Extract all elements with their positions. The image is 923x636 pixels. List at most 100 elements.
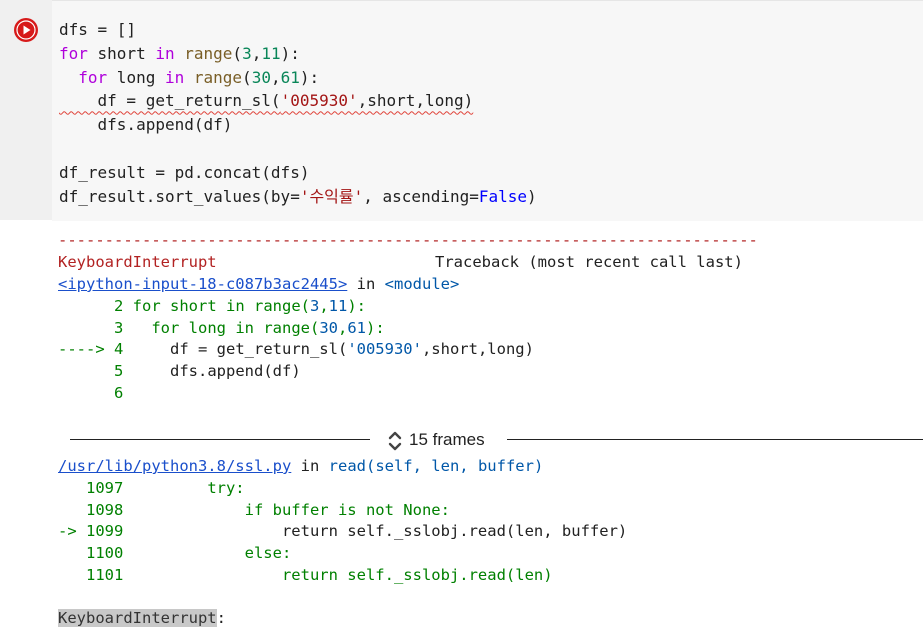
line-number: 1098 — [86, 500, 124, 519]
code-token: 61 — [280, 67, 300, 87]
line-number: 4 — [114, 340, 124, 359]
traceback-header: Traceback (most recent call last) — [435, 253, 743, 271]
code-token: df_result.sort_values(by= — [59, 186, 300, 206]
code-line[interactable]: dfs.append(df) — [59, 113, 233, 137]
code-line[interactable]: df_result.sort_values(by='수익률', ascendin… — [59, 185, 537, 209]
traceback-line: 1098 if buffer is not None: — [58, 499, 450, 521]
code-token: long — [107, 67, 165, 87]
code-line[interactable]: df_result = pd.concat(dfs) — [59, 161, 309, 185]
code-token: if buffer is not None: — [123, 500, 450, 519]
line-prefix — [58, 479, 86, 497]
code-token: 30 — [251, 67, 271, 87]
frame1-file-link[interactable]: <ipython-input-18-c087b3ac2445> — [58, 275, 347, 293]
line-prefix — [58, 384, 114, 402]
line-prefix — [58, 297, 114, 315]
final-error-colon: : — [216, 609, 226, 627]
code-token: 3 — [309, 297, 320, 315]
frame1-in-word: in — [356, 275, 376, 293]
code-token: in — [164, 67, 185, 87]
code-token: range — [184, 43, 233, 63]
code-token: df = get_return_sl( — [123, 340, 348, 359]
code-token: , ascending= — [363, 186, 479, 206]
frame2-func: read(self, len, buffer) — [328, 457, 544, 475]
collapsed-frames-row: 15 frames — [70, 425, 923, 455]
code-token: , — [337, 318, 348, 337]
traceback-line: 6 — [58, 382, 123, 404]
code-token: short — [87, 43, 156, 63]
frame1-header: <ipython-input-18-c087b3ac2445> in <modu… — [58, 273, 459, 295]
code-token: , — [270, 67, 281, 87]
line-number: 5 — [114, 362, 124, 381]
line-prefix — [58, 319, 114, 337]
code-token: for long in range( — [123, 318, 320, 337]
line-prefix — [58, 362, 114, 380]
code-token: else: — [123, 544, 292, 563]
code-line[interactable]: for short in range(3,11): — [59, 42, 300, 66]
code-line[interactable]: df = get_return_sl('005930',short,long) — [59, 89, 474, 113]
code-token: for short in range( — [123, 297, 310, 315]
code-token: dfs = [] — [59, 20, 137, 39]
code-token: False — [478, 186, 528, 206]
error-name: KeyboardInterrupt — [58, 253, 217, 271]
code-token: 3 — [242, 43, 252, 63]
run-cell-button[interactable] — [14, 18, 38, 42]
code-line[interactable]: for long in range(30,61): — [59, 66, 319, 90]
code-line[interactable]: dfs = [] — [59, 18, 136, 42]
line-number: 6 — [114, 383, 124, 402]
code-token: , — [251, 43, 262, 63]
code-token: range — [193, 67, 243, 87]
code-token: 61 — [347, 318, 366, 337]
code-token: ): — [366, 318, 385, 337]
code-token: df_result = pd.concat(dfs) — [59, 162, 310, 182]
code-cell[interactable]: dfs = [] for short in range(3,11): for lo… — [0, 0, 923, 221]
traceback-line: 1097 try: — [58, 477, 245, 499]
code-token: return self._sslobj.read(len, buffer) — [123, 522, 628, 541]
code-token: '수익률' — [299, 186, 364, 206]
code-token: df = get_return_sl( — [59, 91, 281, 111]
traceback-line: 3 for long in range(30,61): — [58, 317, 385, 339]
unfold-icon — [388, 431, 402, 450]
code-token: 30 — [319, 318, 338, 337]
code-token: 11 — [328, 297, 348, 315]
cell-gutter — [0, 0, 52, 220]
line-prefix — [58, 501, 86, 519]
frame2-header: /usr/lib/python3.8/ssl.py in read(self, … — [58, 455, 543, 477]
frames-divider-right — [507, 439, 923, 440]
code-token: for — [78, 67, 108, 87]
line-prefix — [58, 566, 86, 584]
code-token: ,short,long) — [421, 340, 534, 359]
line-number: 1099 — [86, 522, 124, 541]
code-token: ( — [242, 67, 252, 87]
code-token: ,short,long) — [357, 91, 474, 111]
line-number: 1097 — [86, 479, 124, 497]
error-header: KeyboardInterrupt Traceback (most recent … — [58, 251, 743, 273]
line-prefix — [58, 544, 86, 562]
final-error-name: KeyboardInterrupt — [58, 609, 217, 627]
code-token: dfs.append(df) — [123, 362, 301, 381]
code-token: ): — [280, 43, 300, 63]
separator-line: ----------------------------------------… — [58, 231, 758, 249]
frame2-file-link[interactable]: /usr/lib/python3.8/ssl.py — [58, 457, 291, 475]
code-token: '005930' — [347, 340, 422, 359]
code-token: return self._sslobj.read(len) — [123, 565, 553, 584]
code-token: dfs.append(df) — [59, 115, 233, 135]
traceback-line: 1100 else: — [58, 542, 291, 564]
expand-frames-button[interactable]: 15 frames — [387, 425, 485, 455]
code-token: try: — [123, 479, 245, 497]
code-token: ): — [299, 67, 320, 87]
code-token: '005930' — [280, 91, 358, 111]
traceback-line: 5 dfs.append(df) — [58, 360, 301, 382]
code-token: in — [155, 43, 175, 63]
code-token: ( — [232, 43, 243, 63]
play-icon — [15, 19, 37, 41]
code-token: ): — [347, 297, 367, 315]
line-prefix: -> — [58, 522, 86, 541]
frames-label: 15 frames — [409, 430, 485, 449]
line-number: 1100 — [86, 544, 124, 563]
frames-divider-left — [70, 439, 370, 440]
code-editor[interactable]: dfs = [] for short in range(3,11): for lo… — [52, 0, 923, 221]
code-token: ) — [527, 186, 537, 206]
traceback-line: 1101 return self._sslobj.read(len) — [58, 564, 553, 586]
